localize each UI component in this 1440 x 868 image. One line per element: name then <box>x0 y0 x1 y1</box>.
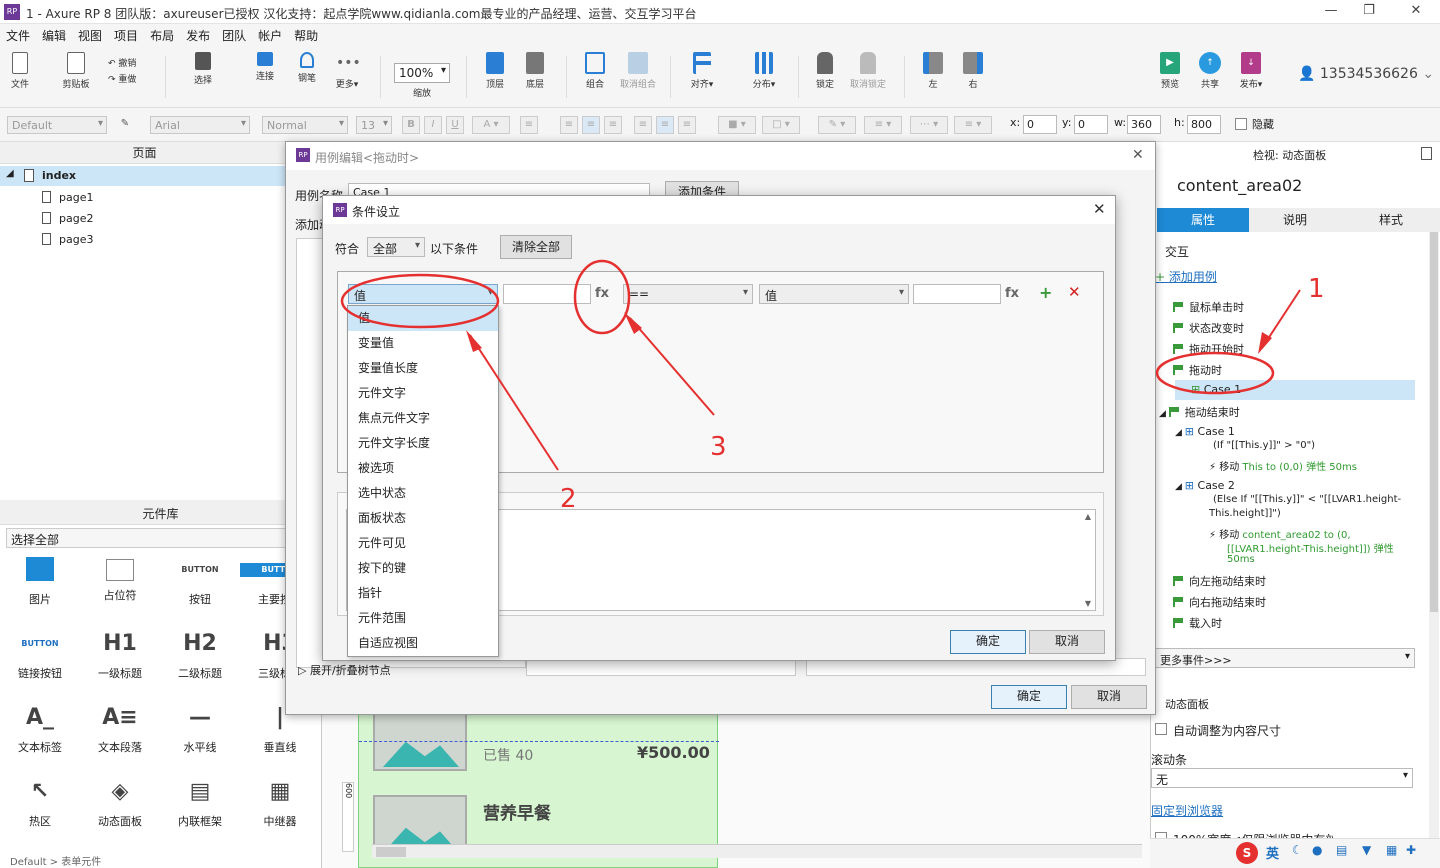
moon-icon[interactable]: ☾ <box>1292 843 1303 857</box>
annotation-number-1: 1 <box>1308 274 1325 304</box>
keyboard-icon[interactable]: ▤ <box>1336 843 1347 857</box>
annotation-circle-3 <box>573 259 631 335</box>
annotation-circle-2 <box>340 273 500 329</box>
ime-logo-icon: S <box>1236 842 1258 864</box>
shirt-icon[interactable]: ▼ <box>1362 843 1371 857</box>
annotation-number-3: 3 <box>710 432 727 462</box>
annotation-number-2: 2 <box>560 484 577 514</box>
system-tray: S 英 ☾ ● ▤ ▼ ▦ ✚ <box>1150 838 1440 868</box>
annotation-arrow-2 <box>469 334 559 471</box>
annotation-arrow-3 <box>629 317 715 416</box>
ime-mode[interactable]: 英 <box>1266 843 1279 862</box>
mic-icon[interactable]: ● <box>1312 843 1322 857</box>
tool-icon[interactable]: ✚ <box>1406 843 1416 857</box>
annotation-circle-1 <box>1155 351 1275 395</box>
grid-icon[interactable]: ▦ <box>1386 843 1397 857</box>
